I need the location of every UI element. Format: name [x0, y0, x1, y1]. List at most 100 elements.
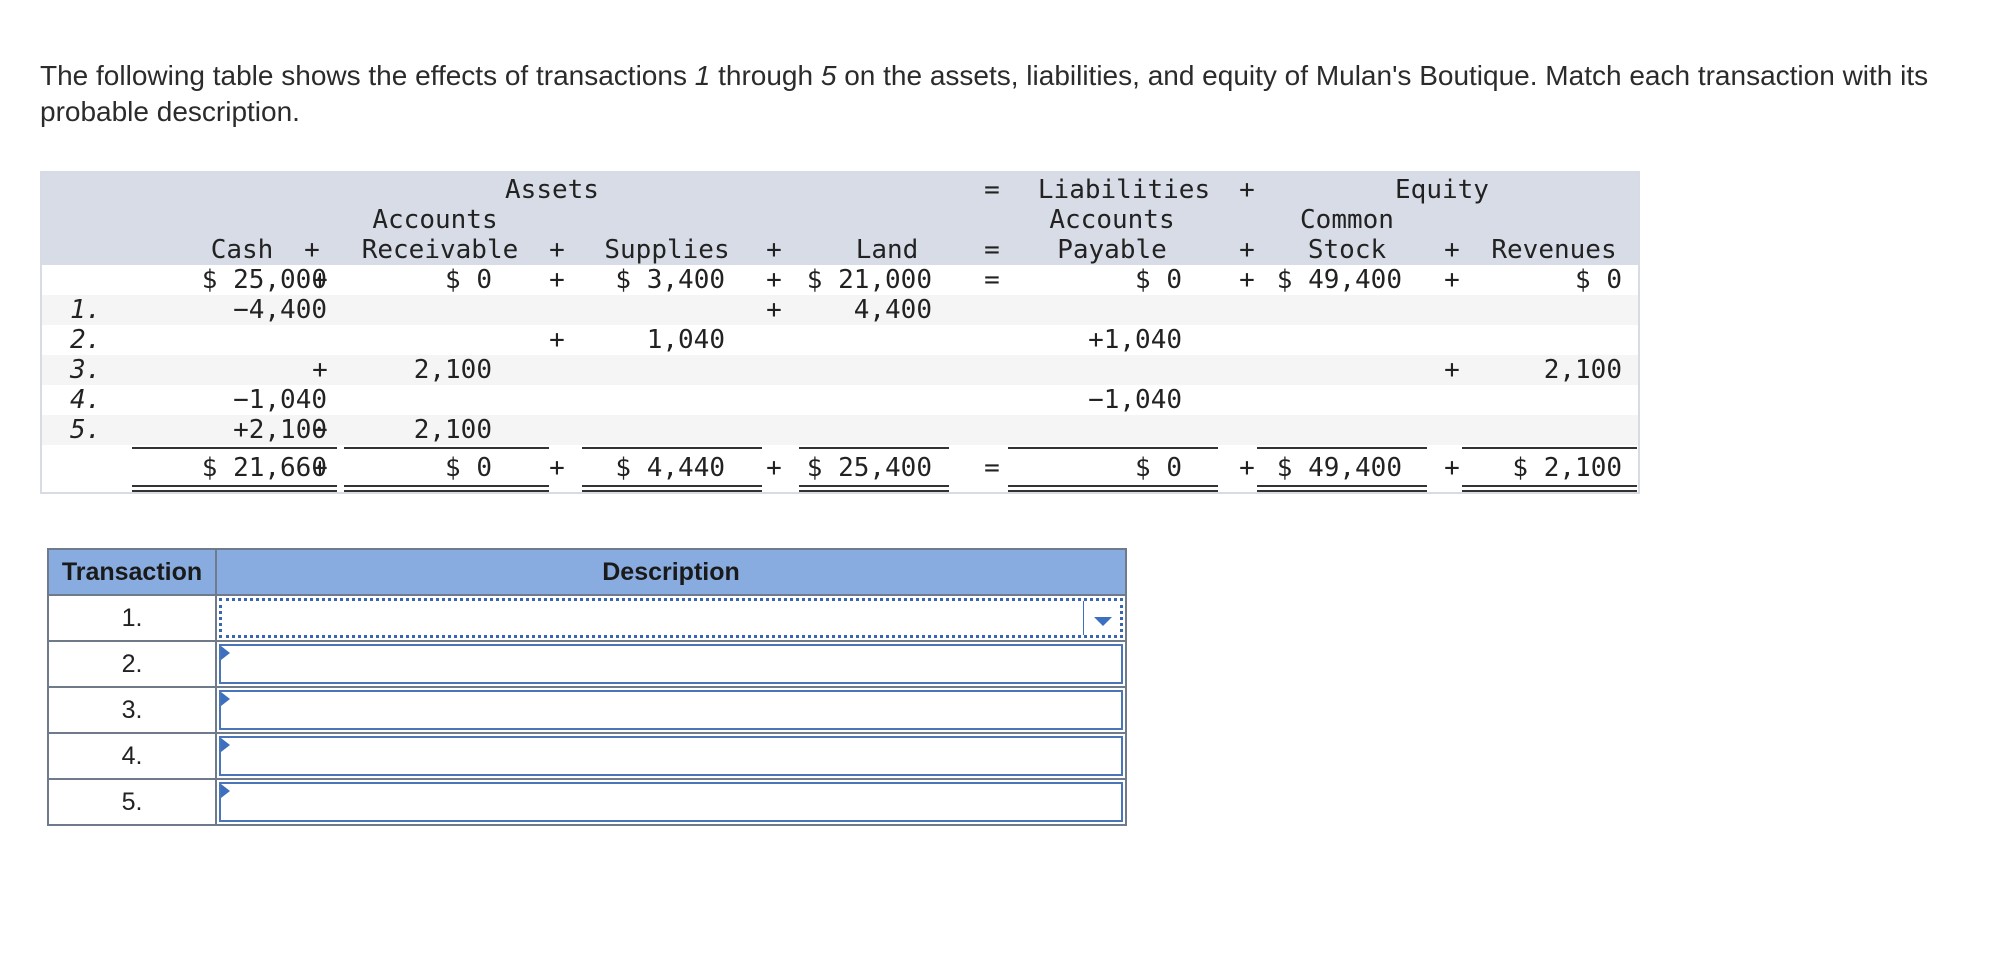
row1-land: 4,400	[853, 295, 932, 325]
op-plus: +	[766, 453, 782, 483]
dropdown-marker-icon	[221, 738, 230, 752]
double-rule	[1462, 485, 1637, 492]
revenues-header: Revenues	[1491, 235, 1617, 265]
ending-ar: $ 0	[445, 453, 492, 483]
cs-header-bottom: Stock	[1307, 235, 1387, 265]
ending-ap: $ 0	[1135, 453, 1182, 483]
description-dropdown-3[interactable]	[219, 690, 1123, 730]
liabilities-group-header: Liabilities	[1037, 175, 1211, 205]
table-row: 3.	[47, 686, 1127, 734]
row2-ap: +1,040	[1088, 325, 1182, 355]
prompt-num-1: 1	[694, 60, 711, 91]
row4-ap: −1,040	[1088, 385, 1182, 415]
op-plus: +	[1239, 453, 1255, 483]
dropdown-marker-icon	[221, 692, 230, 706]
row5-ar-op: −	[312, 415, 328, 445]
row-label-1: 1.	[70, 295, 102, 325]
row-label-2: 2.	[70, 325, 102, 355]
chevron-down-icon[interactable]	[1083, 601, 1120, 635]
table-row: 5.	[47, 778, 1127, 826]
op-plus: +	[312, 265, 328, 295]
total-rule	[1008, 447, 1218, 449]
beginning-ar: $ 0	[445, 265, 492, 295]
cs-header-top: Common	[1300, 205, 1394, 235]
table-row: 1.	[47, 594, 1127, 642]
row-label-3: 3.	[70, 355, 102, 385]
matching-table: Transaction Description 1. 2. 3. 4. 5.	[47, 548, 1127, 826]
total-rule	[799, 447, 949, 449]
ending-cash: $ 21,660	[201, 453, 327, 483]
row3-ar: 2,100	[413, 355, 492, 385]
table-row: 2.	[47, 640, 1127, 688]
row-label-4: 4.	[70, 385, 102, 415]
total-rule	[582, 447, 762, 449]
row3-rev-op: +	[1444, 355, 1460, 385]
row3-revenues: 2,100	[1543, 355, 1622, 385]
header-plus-4: +	[766, 235, 782, 265]
ap-header-top: Accounts	[1049, 205, 1175, 235]
description-dropdown-2[interactable]	[219, 644, 1123, 684]
ending-revenues: $ 2,100	[1512, 453, 1622, 483]
transaction-number: 2.	[47, 640, 217, 688]
op-plus: +	[312, 453, 328, 483]
row5-ar: 2,100	[413, 415, 492, 445]
total-rule	[1462, 447, 1637, 449]
double-rule	[799, 485, 949, 492]
header-plus-6: +	[1444, 235, 1460, 265]
header-equals-2: =	[984, 235, 1000, 265]
description-dropdown-5[interactable]	[219, 782, 1123, 822]
row1-land-op: +	[766, 295, 782, 325]
ar-header-top: Accounts	[372, 205, 498, 235]
cash-header: Cash	[210, 235, 274, 265]
description-column-header: Description	[215, 548, 1127, 596]
total-rule	[1257, 447, 1427, 449]
header-plus-5: +	[1239, 235, 1255, 265]
supplies-header: Supplies	[604, 235, 730, 265]
row-label-5: 5.	[70, 415, 102, 445]
double-rule	[1008, 485, 1218, 492]
op-equals: =	[984, 453, 1000, 483]
land-header: Land	[855, 235, 919, 265]
transaction-number: 5.	[47, 778, 217, 826]
beginning-revenues: $ 0	[1575, 265, 1622, 295]
description-dropdown-4[interactable]	[219, 736, 1123, 776]
ending-supplies: $ 4,440	[615, 453, 725, 483]
op-equals: =	[984, 265, 1000, 295]
accounting-equation-table: Assets = Liabilities + Equity Accounts A…	[40, 171, 1640, 494]
double-rule	[582, 485, 762, 492]
row4-cash: −1,040	[233, 385, 327, 415]
prompt-text-1: The following table shows the effects of…	[40, 60, 695, 91]
ending-cs: $ 49,400	[1276, 453, 1402, 483]
transaction-number: 1.	[47, 594, 217, 642]
op-plus: +	[1444, 265, 1460, 295]
assets-group-header: Assets	[505, 175, 599, 205]
beginning-land: $ 21,000	[806, 265, 932, 295]
header-plus-3: +	[549, 235, 565, 265]
transaction-number: 4.	[47, 732, 217, 780]
equity-group-header: Equity	[1395, 175, 1489, 205]
ending-land: $ 25,400	[806, 453, 932, 483]
op-plus: +	[549, 265, 565, 295]
row5-cash: +2,100	[233, 415, 327, 445]
double-rule	[132, 485, 337, 492]
double-rule	[1257, 485, 1427, 492]
total-rule	[132, 447, 337, 449]
beginning-ap: $ 0	[1135, 265, 1182, 295]
op-plus: +	[766, 265, 782, 295]
dropdown-marker-icon	[221, 646, 230, 660]
beginning-cash: $ 25,000	[201, 265, 327, 295]
op-plus: +	[1444, 453, 1460, 483]
header-plus-2: +	[304, 235, 320, 265]
header-plus-1: +	[1239, 175, 1255, 205]
prompt-text-2: through	[710, 60, 821, 91]
op-plus: +	[1239, 265, 1255, 295]
question-prompt: The following table shows the effects of…	[40, 58, 1940, 130]
row2-supplies-op: +	[549, 325, 565, 355]
prompt-num-2: 5	[820, 60, 837, 91]
transaction-column-header: Transaction	[47, 548, 217, 596]
ap-header-bottom: Payable	[1057, 235, 1167, 265]
total-rule	[344, 447, 549, 449]
transaction-number: 3.	[47, 686, 217, 734]
double-rule	[344, 485, 549, 492]
description-dropdown-1[interactable]	[219, 598, 1123, 638]
